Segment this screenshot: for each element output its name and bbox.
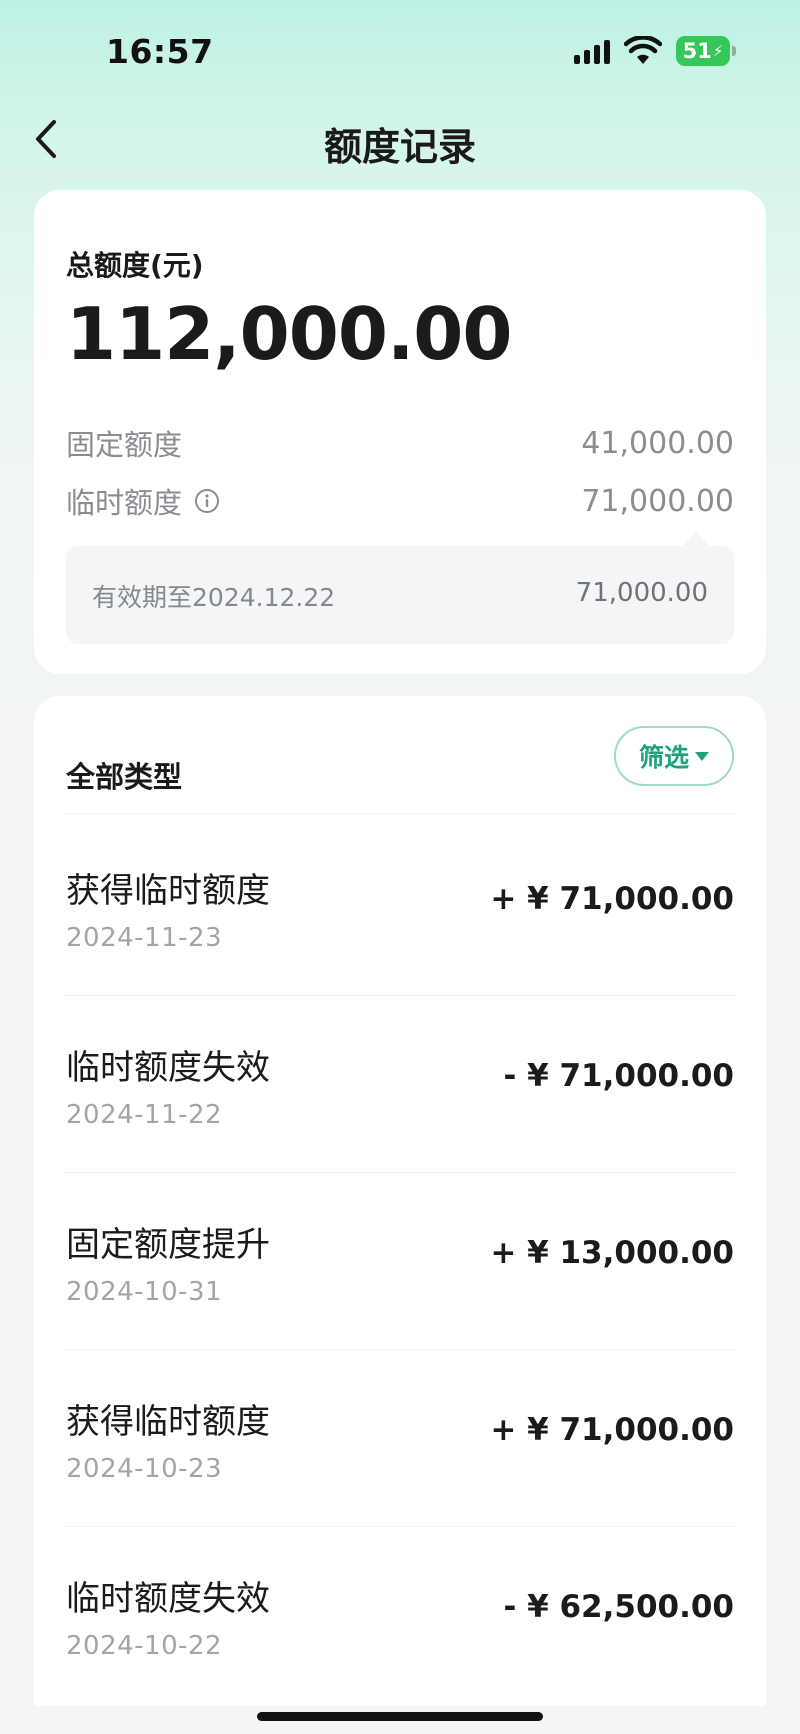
record-type-label: 全部类型 [66,760,183,794]
expiry-label: 有效期至2024.12.22 [92,583,336,612]
record-item[interactable]: 固定额度提升 2024-10-31 + ¥ 13,000.00 [66,1173,734,1350]
status-icons: 51 ⚡ [574,36,736,66]
caret-down-icon [695,751,709,761]
status-time: 16:57 [106,32,214,71]
record-title: 固定额度提升 [66,1225,270,1265]
nav-bar: 额度记录 [0,100,800,180]
credit-summary-card: 总额度(元) 112,000.00 固定额度 41,000.00 临时额度 71… [34,190,766,674]
info-icon[interactable] [194,488,220,514]
page-title: 额度记录 [323,125,476,169]
credit-records-card: 全部类型 筛选 获得临时额度 2024-11-23 + ¥ 71,000.00 … [34,696,766,1706]
record-date: 2024-10-22 [66,1631,223,1661]
record-item[interactable]: 临时额度失效 2024-11-22 - ¥ 71,000.00 [66,996,734,1173]
record-date: 2024-11-23 [66,923,223,953]
record-amount: - ¥ 62,500.00 [503,1589,734,1625]
filter-label: 筛选 [638,743,689,772]
fixed-credit-value: 41,000.00 [581,425,734,461]
record-item[interactable]: 临时额度失效 2024-10-22 - ¥ 62,500.00 [66,1527,734,1704]
temp-credit-value: 71,000.00 [581,483,734,519]
fixed-credit-label: 固定额度 [66,428,183,462]
total-credit-value: 112,000.00 [66,292,512,376]
temp-credit-label: 临时额度 [66,486,183,520]
battery-charging-icon: 51 ⚡ [676,36,736,66]
record-list: 获得临时额度 2024-11-23 + ¥ 71,000.00 临时额度失效 2… [66,819,734,1704]
record-date: 2024-10-23 [66,1454,223,1484]
total-credit-label: 总额度(元) [66,249,204,282]
record-title: 临时额度失效 [66,1579,270,1619]
record-date: 2024-11-22 [66,1100,223,1130]
expiry-value: 71,000.00 [575,578,708,608]
record-amount: + ¥ 13,000.00 [490,1235,734,1271]
home-indicator[interactable] [257,1712,543,1721]
wifi-icon [624,36,662,64]
signal-icon [574,38,610,64]
record-item[interactable]: 获得临时额度 2024-10-23 + ¥ 71,000.00 [66,1350,734,1527]
record-title: 获得临时额度 [66,1402,270,1442]
record-date: 2024-10-31 [66,1277,223,1307]
fixed-credit-row: 固定额度 41,000.00 [66,422,734,464]
records-header: 全部类型 筛选 [66,726,734,814]
temp-credit-row: 临时额度 71,000.00 [66,480,734,522]
record-title: 获得临时额度 [66,871,270,911]
record-amount: + ¥ 71,000.00 [490,881,734,917]
record-item[interactable]: 获得临时额度 2024-11-23 + ¥ 71,000.00 [66,819,734,996]
temp-credit-expiry-box: 有效期至2024.12.22 71,000.00 [66,532,734,644]
status-bar: 16:57 51 ⚡ [0,0,800,100]
record-amount: - ¥ 71,000.00 [503,1058,734,1094]
battery-level: 51 [682,39,712,63]
record-amount: + ¥ 71,000.00 [490,1412,734,1448]
filter-button[interactable]: 筛选 [614,726,734,786]
record-title: 临时额度失效 [66,1048,270,1088]
temp-credit-label-group: 临时额度 [66,480,220,522]
